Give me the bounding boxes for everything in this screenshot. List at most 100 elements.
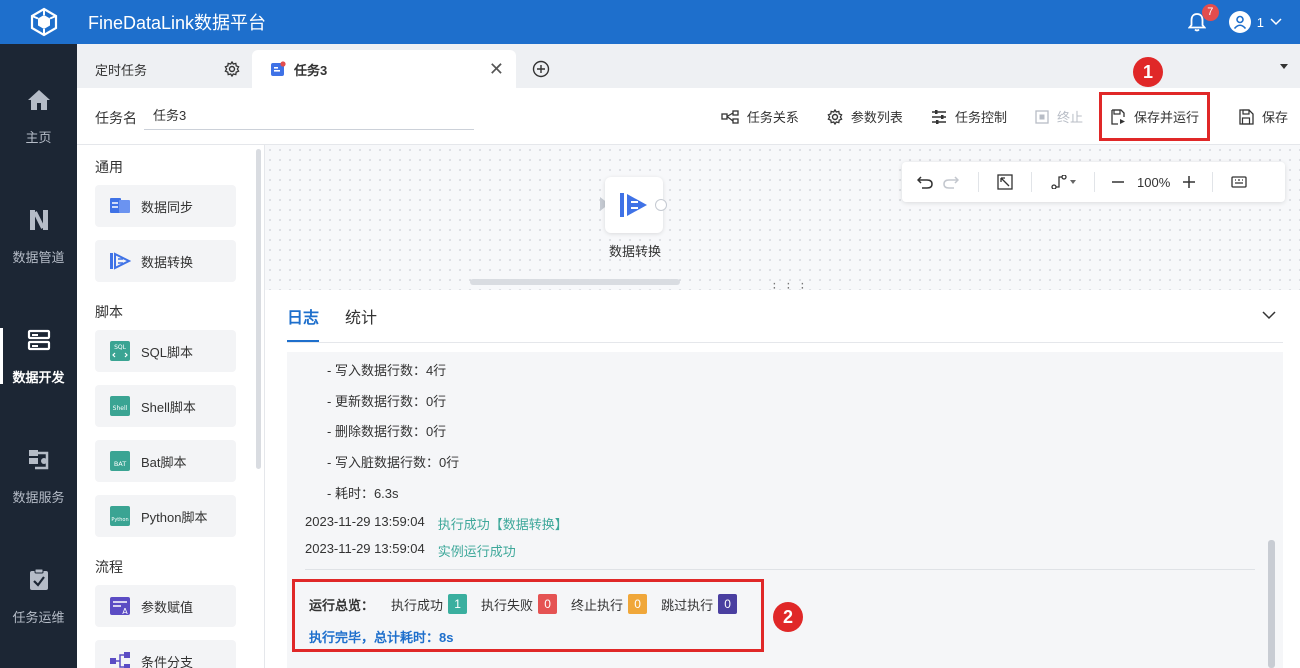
param-list-button[interactable]: 参数列表: [827, 101, 903, 133]
svg-text:SQL: SQL: [114, 344, 127, 351]
task-icon: [271, 61, 286, 76]
component-label: Bat脚本: [141, 454, 187, 470]
toolbar-divider: [1031, 172, 1032, 192]
tab-log[interactable]: 日志: [287, 290, 320, 342]
line-style-dropdown[interactable]: [1046, 162, 1080, 202]
pipeline-icon: [26, 207, 52, 233]
dag-canvas[interactable]: 数据转换 100% ⋮⋮⋮: [265, 145, 1300, 290]
save-and-run-button[interactable]: 保存并运行: [1098, 92, 1210, 141]
top-bar: FineDataLink数据平台 7 1: [0, 0, 1300, 44]
keyboard-icon: [1231, 176, 1247, 188]
log-timestamp: 2023-11-29 13:59:04: [305, 514, 425, 529]
tab-task3[interactable]: 任务3 ✕: [252, 50, 516, 88]
sidebar-item-label: 主页: [25, 129, 52, 145]
sidebar-item-pipeline[interactable]: 数据管道: [0, 186, 77, 286]
zoom-level: 100%: [1137, 174, 1171, 190]
component-bat-script[interactable]: BAT Bat脚本: [95, 440, 236, 482]
task-control-button[interactable]: 任务控制: [931, 101, 1007, 133]
task-name-input[interactable]: [144, 100, 474, 130]
log-message: 实例运行成功: [437, 544, 516, 559]
redo-icon: [943, 176, 959, 189]
param-assign-icon: A: [109, 595, 131, 617]
notification-bell-icon[interactable]: 7: [1185, 4, 1219, 34]
component-label: 参数赋值: [141, 599, 194, 615]
tab-scheduled-tasks[interactable]: 定时任务: [77, 50, 252, 88]
sidebar-item-ops[interactable]: 任务运维: [0, 546, 77, 646]
log-stat-line: - 写入数据行数：4行: [327, 363, 447, 378]
sidebar-item-label: 数据服务: [12, 489, 65, 505]
chevron-down-icon: [1270, 18, 1282, 26]
plus-icon: [1183, 176, 1196, 188]
log-timestamp: 2023-11-29 13:59:04: [305, 541, 425, 556]
component-shell-script[interactable]: Shell Shell脚本: [95, 385, 236, 427]
user-name: 1: [1256, 14, 1264, 30]
log-stat-line: - 写入脏数据行数：0行: [327, 455, 460, 470]
fit-view-button[interactable]: [993, 162, 1017, 202]
service-icon: [26, 447, 52, 473]
panel-scrollbar[interactable]: [256, 149, 261, 469]
add-tab-button[interactable]: [516, 50, 566, 88]
stop-button[interactable]: 终止: [1035, 101, 1083, 133]
log-stat-line: - 耗时：6.3s: [327, 486, 399, 501]
zoom-in-button[interactable]: [1180, 162, 1198, 202]
log-line: 2023-11-29 13:59:04 实例运行成功: [305, 541, 516, 560]
redo-button[interactable]: [938, 162, 964, 202]
canvas-toolbar: 100%: [902, 162, 1285, 202]
annotation-marker-2: 2: [773, 602, 803, 632]
component-data-transform[interactable]: 数据转换: [95, 240, 236, 282]
undo-button[interactable]: [912, 162, 938, 202]
gear-icon[interactable]: [224, 61, 240, 77]
summary-success-count: 1: [448, 594, 468, 614]
component-sql-script[interactable]: SQL SQL脚本: [95, 330, 236, 372]
save-run-icon: [1111, 108, 1125, 125]
save-icon: [1239, 108, 1254, 125]
log-message: 执行成功【数据转换】: [437, 517, 568, 532]
chevron-down-icon[interactable]: [1262, 308, 1276, 322]
component-python-script[interactable]: Python Python脚本: [95, 495, 236, 537]
undo-icon: [917, 176, 933, 189]
save-button[interactable]: 保存: [1238, 101, 1288, 133]
tab-more-caret-icon[interactable]: [1280, 64, 1288, 69]
group-title-flow: 流程: [95, 559, 123, 575]
log-scrollbar[interactable]: [1268, 540, 1275, 668]
task-control-label: 任务控制: [954, 110, 1007, 125]
task-name-label: 任务名: [95, 110, 137, 126]
python-icon: Python: [109, 505, 131, 527]
task-header: 任务名 任务关系 参数列表 任务控制 终止 保存并运行 保存: [77, 88, 1300, 145]
bat-icon: BAT: [109, 450, 131, 472]
sidebar-item-home[interactable]: 主页: [0, 66, 77, 166]
canvas-scrollbar[interactable]: [470, 279, 680, 285]
sidebar: 主页 数据管道 数据开发 数据服务 任务运维: [0, 44, 77, 668]
group-title-script: 脚本: [95, 304, 123, 320]
sidebar-item-service[interactable]: 数据服务: [0, 426, 77, 526]
sql-icon: SQL: [109, 340, 131, 362]
save-and-run-label: 保存并运行: [1133, 110, 1199, 125]
node-output-port[interactable]: [655, 199, 667, 211]
component-condition-branch[interactable]: 条件分支: [95, 640, 236, 668]
summary-row: 运行总览： 执行成功 1 执行失败 0 终止执行 0 跳过执行 0: [309, 594, 751, 614]
zoom-out-button[interactable]: [1109, 162, 1127, 202]
task-relation-button[interactable]: 任务关系: [721, 101, 799, 133]
dev-icon: [26, 327, 52, 353]
minus-icon: [1112, 181, 1124, 183]
tab-statistics[interactable]: 统计: [345, 290, 377, 342]
run-summary: 运行总览： 执行成功 1 执行失败 0 终止执行 0 跳过执行 0 执行完毕，总…: [292, 579, 764, 652]
component-param-assign[interactable]: A 参数赋值: [95, 585, 236, 627]
logo-icon[interactable]: [28, 6, 60, 38]
annotation-marker-1: 1: [1133, 57, 1163, 87]
stop-label: 终止: [1056, 110, 1083, 125]
sidebar-item-label: 数据管道: [12, 249, 65, 265]
log-stat-line: - 更新数据行数：0行: [327, 394, 447, 409]
component-label: 数据同步: [141, 199, 194, 215]
component-data-sync[interactable]: 数据同步: [95, 185, 236, 227]
close-icon[interactable]: ✕: [489, 59, 504, 80]
minimap-button[interactable]: [1227, 162, 1251, 202]
user-menu[interactable]: 1: [1228, 11, 1282, 33]
component-label: Shell脚本: [141, 399, 196, 415]
svg-text:BAT: BAT: [114, 460, 126, 468]
component-label: 条件分支: [141, 654, 194, 668]
sliders-icon: [931, 109, 946, 124]
app-title: FineDataLink数据平台: [88, 13, 267, 33]
sidebar-item-development[interactable]: 数据开发: [0, 306, 77, 406]
user-avatar-icon: [1228, 11, 1251, 33]
